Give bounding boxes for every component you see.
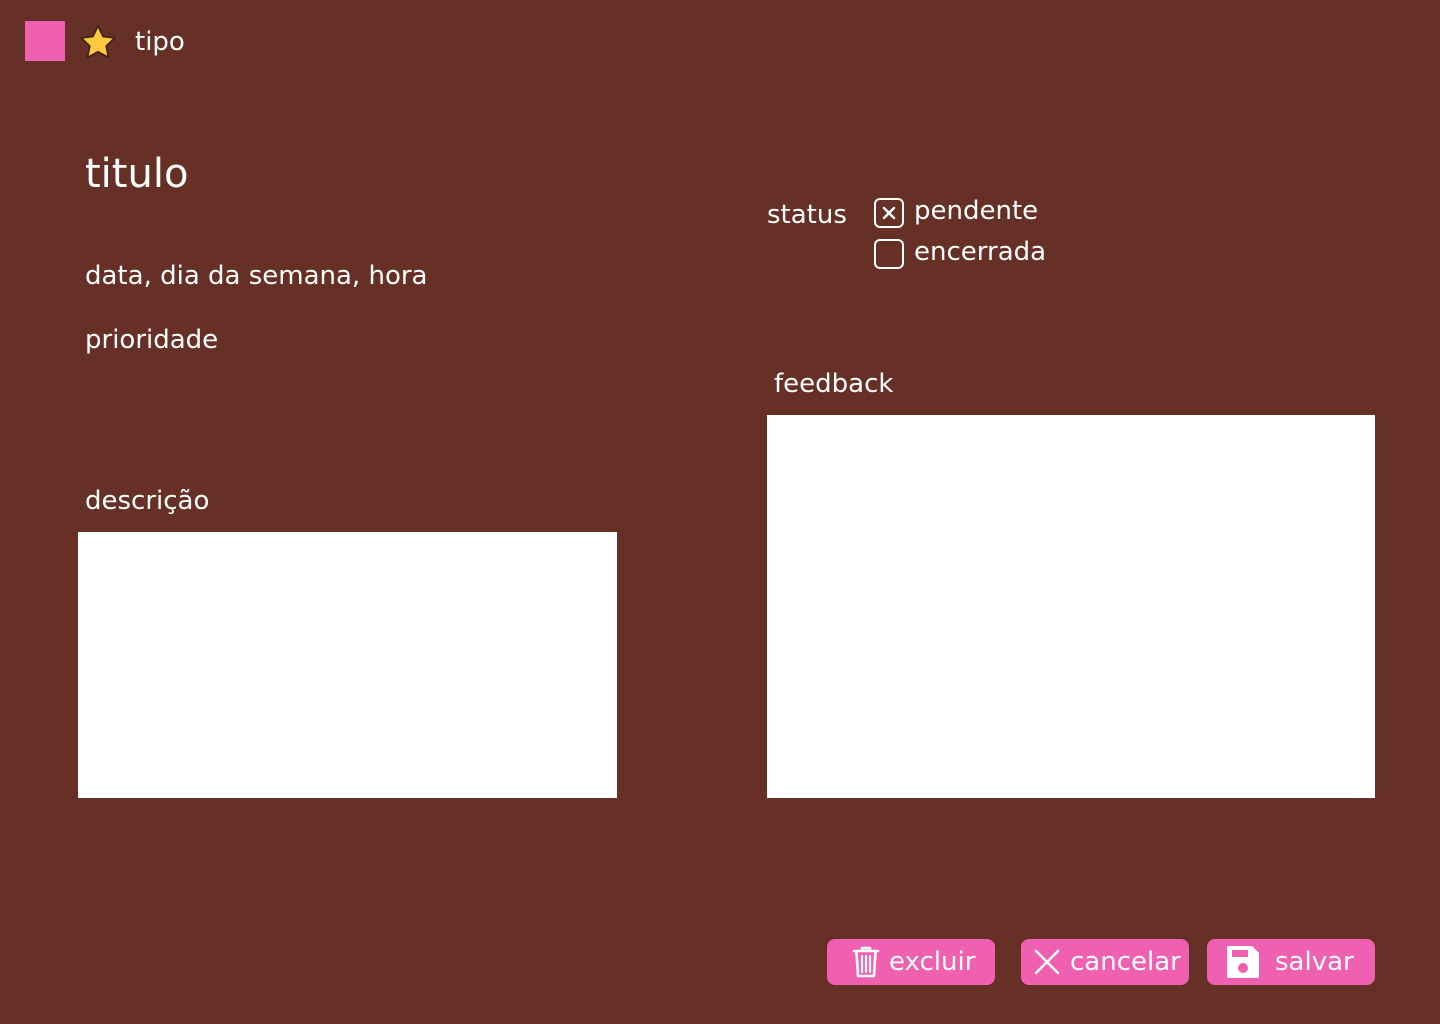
floppy-disk-icon [1227, 946, 1259, 978]
type-color-swatch [25, 21, 65, 61]
status-pending-checkbox[interactable] [874, 198, 904, 228]
save-button[interactable]: salvar [1207, 939, 1375, 985]
save-label: salvar [1275, 947, 1354, 977]
task-priority: prioridade [85, 325, 219, 355]
status-closed-label[interactable]: encerrada [914, 233, 1046, 271]
task-datetime: data, dia da semana, hora [85, 261, 428, 291]
status-closed-checkbox[interactable] [874, 239, 904, 269]
delete-label: excluir [889, 947, 976, 977]
type-label: tipo [135, 27, 185, 57]
feedback-label: feedback [774, 369, 894, 399]
cancel-button[interactable]: cancelar [1021, 939, 1189, 985]
description-textarea[interactable] [78, 532, 617, 798]
delete-button[interactable]: excluir [827, 939, 995, 985]
star-icon [80, 24, 116, 59]
description-label: descrição [85, 486, 210, 516]
feedback-textarea[interactable] [767, 415, 1375, 798]
cancel-label: cancelar [1070, 947, 1181, 977]
checkbox-x-icon [882, 206, 896, 220]
status-pending-label[interactable]: pendente [914, 192, 1038, 230]
task-title: titulo [85, 151, 189, 197]
trash-icon [852, 946, 880, 978]
close-icon [1034, 949, 1060, 975]
status-label: status [767, 200, 847, 230]
